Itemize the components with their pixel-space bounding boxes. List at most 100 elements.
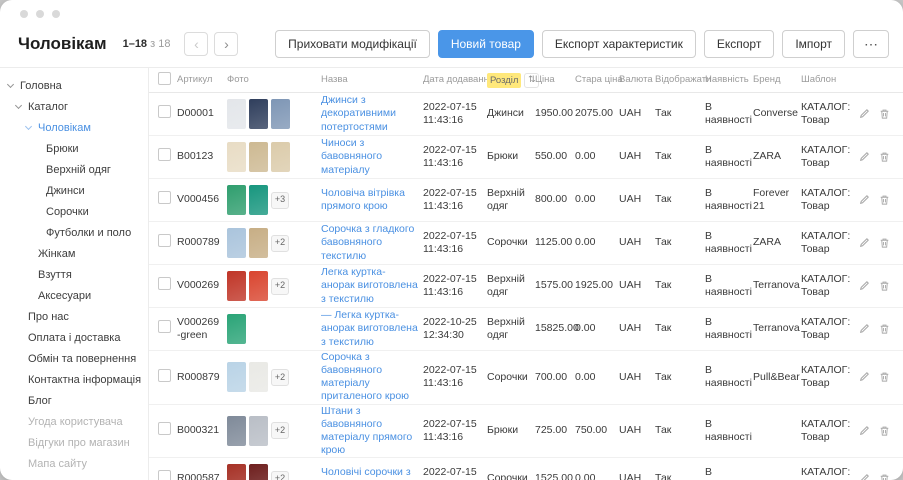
column-header[interactable]: Артикул <box>177 74 227 86</box>
column-header[interactable]: Шаблон <box>801 74 859 86</box>
row-checkbox[interactable] <box>158 470 171 480</box>
delete-icon[interactable] <box>879 323 890 335</box>
window-dot-icon[interactable] <box>52 10 60 18</box>
new-product-button[interactable]: Новий товар <box>438 30 534 58</box>
product-name-link[interactable]: Чоловіча вітрівка прямого крою <box>321 187 423 213</box>
window-dot-icon[interactable] <box>36 10 44 18</box>
product-name-link[interactable]: Сорочка з бавовняного матеріалу притален… <box>321 351 423 404</box>
product-name-link[interactable]: — Легка куртка-анорак виготовлена з текс… <box>321 309 423 348</box>
sidebar-item-угода-користувача[interactable]: Угода користувача <box>0 411 148 432</box>
edit-icon[interactable] <box>859 194 870 206</box>
sidebar-item-чоловікам[interactable]: Чоловікам <box>0 117 148 138</box>
product-photo[interactable] <box>227 464 246 480</box>
product-photo[interactable] <box>249 228 268 258</box>
product-photo[interactable] <box>227 362 246 392</box>
sidebar-item-мапа-сайту[interactable]: Мапа сайту <box>0 453 148 474</box>
column-header[interactable]: Фото <box>227 74 321 86</box>
sidebar-item-каталог[interactable]: Каталог <box>0 96 148 117</box>
delete-icon[interactable] <box>879 237 890 249</box>
edit-icon[interactable] <box>859 108 870 120</box>
edit-icon[interactable] <box>859 237 870 249</box>
sidebar-item-сорочки[interactable]: Сорочки <box>0 201 148 222</box>
row-checkbox[interactable] <box>158 369 171 382</box>
export-button[interactable]: Експорт <box>704 30 774 58</box>
column-header[interactable]: Назва <box>321 74 423 86</box>
product-photo[interactable] <box>227 185 246 215</box>
next-page-button[interactable]: › <box>214 32 238 56</box>
product-photo[interactable] <box>249 362 268 392</box>
delete-icon[interactable] <box>879 151 890 163</box>
edit-icon[interactable] <box>859 371 870 383</box>
delete-icon[interactable] <box>879 371 890 383</box>
edit-icon[interactable] <box>859 425 870 437</box>
column-header[interactable]: Стара ціна <box>575 74 619 86</box>
more-actions-button[interactable]: ⋯ <box>853 30 889 58</box>
import-button[interactable]: Імпорт <box>782 30 845 58</box>
sidebar-item-брюки[interactable]: Брюки <box>0 138 148 159</box>
more-photos-badge[interactable]: +2 <box>271 422 289 439</box>
more-photos-badge[interactable]: +3 <box>271 192 289 209</box>
sidebar-item-футболки-и-поло[interactable]: Футболки и поло <box>0 222 148 243</box>
product-name-link[interactable]: Легка куртка-анорак виготовлена з тексти… <box>321 266 423 305</box>
product-name-link[interactable]: Штани з бавовняного матеріалу прямого кр… <box>321 405 423 458</box>
sidebar-item-жінкам[interactable]: Жінкам <box>0 243 148 264</box>
edit-icon[interactable] <box>859 473 870 480</box>
column-header[interactable]: Валюта <box>619 74 655 86</box>
sidebar-item-обмін-та-повернення[interactable]: Обмін та повернення <box>0 348 148 369</box>
delete-icon[interactable] <box>879 425 890 437</box>
edit-icon[interactable] <box>859 280 870 292</box>
export-characteristics-button[interactable]: Експорт характеристик <box>542 30 696 58</box>
column-header[interactable]: Відображати <box>655 74 705 86</box>
delete-icon[interactable] <box>879 194 890 206</box>
sidebar-item-взуття[interactable]: Взуття <box>0 264 148 285</box>
product-name-link[interactable]: Чоловічі сорочки з легкого текстилю <box>321 466 423 480</box>
row-checkbox[interactable] <box>158 422 171 435</box>
product-photo[interactable] <box>227 271 246 301</box>
sidebar-item-головна[interactable]: Головна <box>0 75 148 96</box>
sidebar-item-верхній-одяг[interactable]: Верхній одяг <box>0 159 148 180</box>
product-photo[interactable] <box>249 99 268 129</box>
sidebar-item-блог[interactable]: Блог <box>0 390 148 411</box>
row-checkbox[interactable] <box>158 234 171 247</box>
sidebar-item-про-нас[interactable]: Про нас <box>0 306 148 327</box>
column-header-sorted[interactable]: Розділ⇅ <box>487 73 535 88</box>
product-photo[interactable] <box>249 464 268 480</box>
product-name-link[interactable]: Чиноси з бавовняного матеріалу <box>321 137 423 176</box>
product-photo[interactable] <box>227 416 246 446</box>
edit-icon[interactable] <box>859 323 870 335</box>
edit-icon[interactable] <box>859 151 870 163</box>
column-header[interactable]: Наявність <box>705 74 753 86</box>
column-header[interactable]: Ціна <box>535 74 575 86</box>
product-photo[interactable] <box>249 185 268 215</box>
row-checkbox[interactable] <box>158 191 171 204</box>
more-photos-badge[interactable]: +2 <box>271 235 289 252</box>
row-checkbox[interactable] <box>158 320 171 333</box>
column-header[interactable]: Бренд <box>753 74 801 86</box>
more-photos-badge[interactable]: +2 <box>271 369 289 386</box>
sidebar-item-контактна-інформація[interactable]: Контактна інформація <box>0 369 148 390</box>
delete-icon[interactable] <box>879 280 890 292</box>
product-name-link[interactable]: Джинси з декоративними потертостями <box>321 94 423 133</box>
hide-modifications-button[interactable]: Приховати модифікації <box>275 30 430 58</box>
product-photo[interactable] <box>249 142 268 172</box>
product-photo[interactable] <box>227 228 246 258</box>
row-checkbox[interactable] <box>158 105 171 118</box>
sidebar-item-відгуки-про-магазин[interactable]: Відгуки про магазин <box>0 432 148 453</box>
sidebar-item-оплата-і-доставка[interactable]: Оплата і доставка <box>0 327 148 348</box>
product-name-link[interactable]: Сорочка з гладкого бавовняного текстилю <box>321 223 423 262</box>
delete-icon[interactable] <box>879 108 890 120</box>
column-header[interactable]: Дата додавання <box>423 74 487 86</box>
product-photo[interactable] <box>271 99 290 129</box>
row-checkbox[interactable] <box>158 148 171 161</box>
product-photo[interactable] <box>227 142 246 172</box>
product-photo[interactable] <box>227 99 246 129</box>
product-photo[interactable] <box>271 142 290 172</box>
sidebar-item-джинси[interactable]: Джинси <box>0 180 148 201</box>
product-photo[interactable] <box>249 271 268 301</box>
select-all-checkbox[interactable] <box>158 72 171 85</box>
more-photos-badge[interactable]: +2 <box>271 471 289 480</box>
prev-page-button[interactable]: ‹ <box>184 32 208 56</box>
row-checkbox[interactable] <box>158 277 171 290</box>
product-photo[interactable] <box>227 314 246 344</box>
delete-icon[interactable] <box>879 473 890 480</box>
